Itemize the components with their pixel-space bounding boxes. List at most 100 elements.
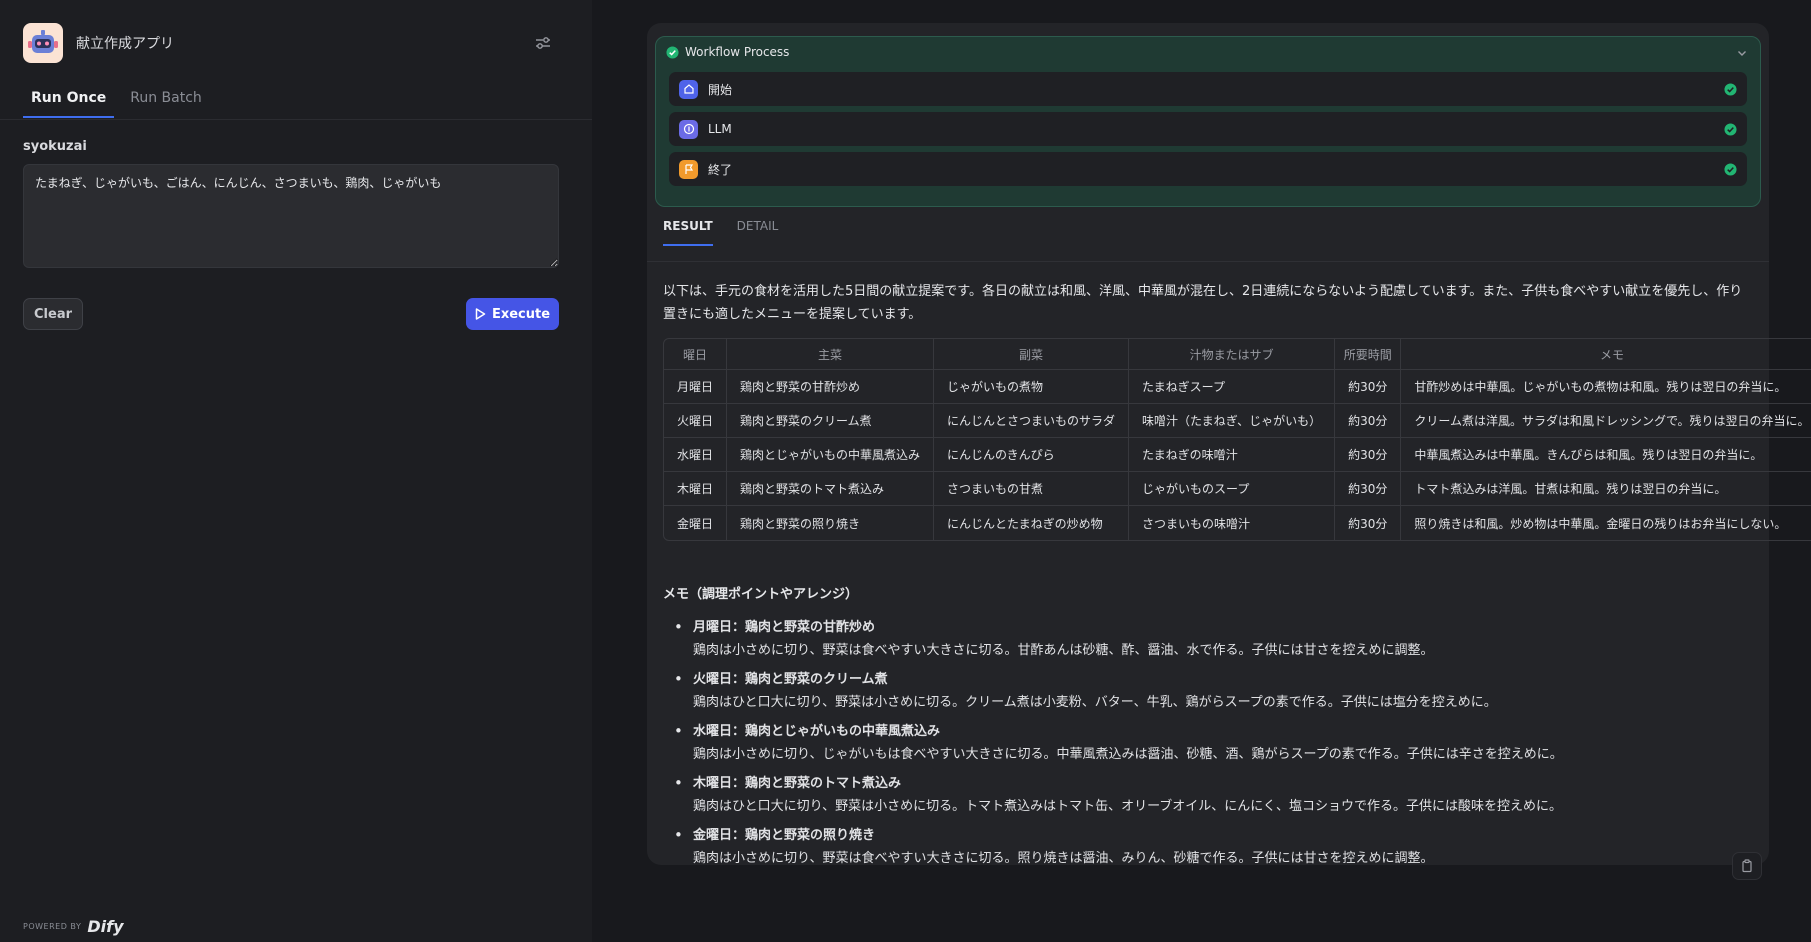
list-item: 月曜日：鶏肉と野菜の甘酢炒め 鶏肉は小さめに切り、野菜は食べやすい大きさに切る。… <box>663 616 1753 662</box>
table-cell: 甘酢炒めは中華風。じゃがいもの煮物は和風。残りは翌日の弁当に。 <box>1401 370 1811 404</box>
workflow-step-llm[interactable]: LLM <box>669 112 1747 146</box>
table-cell: たまねぎスープ <box>1129 370 1336 404</box>
table-cell: 鶏肉と野菜のクリーム煮 <box>727 404 935 438</box>
table-row: 水曜日 鶏肉とじゃがいもの中華風煮込み にんじんのきんぴら たまねぎの味噌汁 約… <box>664 438 1811 472</box>
col-header: 主菜 <box>727 339 935 370</box>
table-cell: にんじんとたまねぎの炒め物 <box>934 506 1130 540</box>
flag-icon <box>679 159 698 179</box>
workflow-step-start[interactable]: 開始 <box>669 72 1747 106</box>
note-body: 鶏肉はひと口大に切り、野菜は小さめに切る。トマト煮込みはトマト缶、オリーブオイル… <box>693 799 1563 814</box>
workflow-title: Workflow Process <box>685 45 790 59</box>
table-row: 木曜日 鶏肉と野菜のトマト煮込み さつまいもの甘煮 じゃがいものスープ 約30分… <box>664 472 1811 506</box>
settings-sliders-icon[interactable] <box>533 33 553 53</box>
table-cell: さつまいもの味噌汁 <box>1129 506 1336 540</box>
step-name: LLM <box>708 122 732 136</box>
table-cell: 鶏肉と野菜の甘酢炒め <box>727 370 935 404</box>
table-cell: さつまいもの甘煮 <box>934 472 1130 506</box>
powered-by[interactable]: POWERED BY Dify <box>23 917 124 936</box>
syokuzai-label: syokuzai <box>23 139 87 154</box>
table-row: 金曜日 鶏肉と野菜の照り焼き にんじんとたまねぎの炒め物 さつまいもの味噌汁 約… <box>664 506 1811 540</box>
note-body: 鶏肉はひと口大に切り、野菜は小さめに切る。クリーム煮は小麦粉、バター、牛乳、鶏が… <box>693 695 1497 710</box>
divider <box>0 119 592 120</box>
chevron-down-icon[interactable] <box>1734 45 1750 61</box>
note-body: 鶏肉は小さめに切り、野菜は食べやすい大きさに切る。甘酢あんは砂糖、酢、醤油、水で… <box>693 643 1434 658</box>
copy-clipboard-icon[interactable] <box>1732 852 1762 880</box>
result-card: Workflow Process 開始 LLM 終了 RESULT DETAIL… <box>647 23 1811 866</box>
table-cell: 約30分 <box>1335 472 1402 506</box>
table-cell: トマト煮込みは洋風。甘煮は和風。残りは翌日の弁当に。 <box>1401 472 1811 506</box>
table-cell: たまねぎの味噌汁 <box>1129 438 1336 472</box>
table-cell: 味噌汁（たまねぎ、じゃがいも） <box>1129 404 1336 438</box>
notes-list: 月曜日：鶏肉と野菜の甘酢炒め 鶏肉は小さめに切り、野菜は食べやすい大きさに切る。… <box>663 616 1753 876</box>
note-heading: 火曜日：鶏肉と野菜のクリーム煮 <box>693 672 888 687</box>
col-header: 曜日 <box>664 339 728 370</box>
table-cell: じゃがいもの煮物 <box>934 370 1130 404</box>
workflow-header[interactable]: Workflow Process <box>666 45 789 59</box>
list-item: 木曜日：鶏肉と野菜のトマト煮込み 鶏肉はひと口大に切り、野菜は小さめに切る。トマ… <box>663 772 1753 818</box>
step-name: 終了 <box>708 162 733 177</box>
table-cell: 水曜日 <box>664 438 728 472</box>
list-item: 火曜日：鶏肉と野菜のクリーム煮 鶏肉はひと口大に切り、野菜は小さめに切る。クリー… <box>663 668 1753 714</box>
table-cell: 月曜日 <box>664 370 728 404</box>
tab-run-once[interactable]: Run Once <box>23 84 115 118</box>
execute-label: Execute <box>491 306 551 322</box>
left-panel: 献立作成アプリ Run Once Run Batch syokuzai たまねぎ… <box>0 0 592 942</box>
workflow-step-end[interactable]: 終了 <box>669 152 1747 186</box>
tab-result[interactable]: RESULT <box>663 219 713 246</box>
note-heading: 木曜日：鶏肉と野菜のトマト煮込み <box>693 776 902 791</box>
note-heading: 水曜日：鶏肉とじゃがいもの中華風煮込み <box>693 724 941 739</box>
col-header: 副菜 <box>934 339 1130 370</box>
table-cell: 鶏肉とじゃがいもの中華風煮込み <box>727 438 935 472</box>
note-body: 鶏肉は小さめに切り、じゃがいもは食べやすい大きさに切る。中華風煮込みは醤油、砂糖… <box>693 747 1563 762</box>
robot-logo-icon <box>23 23 63 63</box>
col-header: 汁物またはサブ <box>1129 339 1336 370</box>
table-row: 火曜日 鶏肉と野菜のクリーム煮 にんじんとさつまいものサラダ 味噌汁（たまねぎ、… <box>664 404 1811 438</box>
table-cell: じゃがいものスープ <box>1129 472 1336 506</box>
play-icon <box>475 308 486 320</box>
clear-button[interactable]: Clear <box>23 298 83 330</box>
table-cell: 約30分 <box>1335 404 1402 438</box>
powered-by-text: POWERED BY <box>23 922 82 931</box>
col-header: 所要時間 <box>1335 339 1402 370</box>
syokuzai-input[interactable]: たまねぎ、じゃがいも、ごはん、にんじん、さつまいも、鶏肉、じゃがいも <box>23 164 559 268</box>
table-cell: 火曜日 <box>664 404 728 438</box>
app-title: 献立作成アプリ <box>76 36 174 52</box>
result-tabs: RESULT DETAIL <box>663 219 802 246</box>
app-header: 献立作成アプリ <box>23 23 174 63</box>
col-header: メモ <box>1401 339 1811 370</box>
check-circle-icon <box>1724 122 1737 136</box>
divider <box>647 261 1769 262</box>
table-cell: 金曜日 <box>664 506 728 540</box>
table-cell: 照り焼きは和風。炒め物は中華風。金曜日の残りはお弁当にしない。 <box>1414 516 1787 531</box>
check-circle-icon <box>666 45 679 59</box>
check-circle-icon <box>1724 82 1737 96</box>
table-cell: 鶏肉と野菜の照り焼き <box>727 506 935 540</box>
table-cell: 約30分 <box>1335 506 1402 540</box>
list-item: 金曜日：鶏肉と野菜の照り焼き 鶏肉は小さめに切り、野菜は食べやすい大きさに切る。… <box>663 824 1753 870</box>
table-cell: 鶏肉と野菜のトマト煮込み <box>727 472 935 506</box>
menu-table: 曜日 主菜 副菜 汁物またはサブ 所要時間 メモ 月曜日 鶏肉と野菜の甘酢炒め … <box>663 338 1811 541</box>
memo-heading: メモ（調理ポイントやアレンジ） <box>663 587 859 602</box>
result-intro: 以下は、手元の食材を活用した5日間の献立提案です。各日の献立は和風、洋風、中華風… <box>663 284 1743 322</box>
execute-button[interactable]: Execute <box>466 298 559 330</box>
table-cell: 中華風煮込みは中華風。きんぴらは和風。残りは翌日の弁当に。 <box>1401 438 1811 472</box>
note-heading: 金曜日：鶏肉と野菜の照り焼き <box>693 828 876 843</box>
step-name: 開始 <box>708 82 733 97</box>
llm-icon <box>679 119 698 139</box>
list-item: 水曜日：鶏肉とじゃがいもの中華風煮込み 鶏肉は小さめに切り、じゃがいもは食べやす… <box>663 720 1753 766</box>
table-cell: クリーム煮は洋風。サラダは和風ドレッシングで。残りは翌日の弁当に。 <box>1401 404 1811 438</box>
dify-logo: Dify <box>87 917 124 936</box>
table-cell: 約30分 <box>1335 370 1402 404</box>
table-header-row: 曜日 主菜 副菜 汁物またはサブ 所要時間 メモ <box>664 339 1811 370</box>
note-heading: 月曜日：鶏肉と野菜の甘酢炒め <box>693 620 876 635</box>
table-cell: にんじんのきんぴら <box>934 438 1130 472</box>
tab-run-batch[interactable]: Run Batch <box>122 84 210 118</box>
run-tabs: Run Once Run Batch <box>23 84 218 118</box>
table-cell: 木曜日 <box>664 472 728 506</box>
check-circle-icon <box>1724 162 1737 176</box>
workflow-process-panel: Workflow Process 開始 LLM 終了 <box>655 36 1761 207</box>
note-body: 鶏肉は小さめに切り、野菜は食べやすい大きさに切る。照り焼きは醤油、みりん、砂糖で… <box>693 851 1434 866</box>
tab-detail[interactable]: DETAIL <box>737 219 779 246</box>
table-row: 月曜日 鶏肉と野菜の甘酢炒め じゃがいもの煮物 たまねぎスープ 約30分 甘酢炒… <box>664 370 1811 404</box>
table-cell: 約30分 <box>1335 438 1402 472</box>
